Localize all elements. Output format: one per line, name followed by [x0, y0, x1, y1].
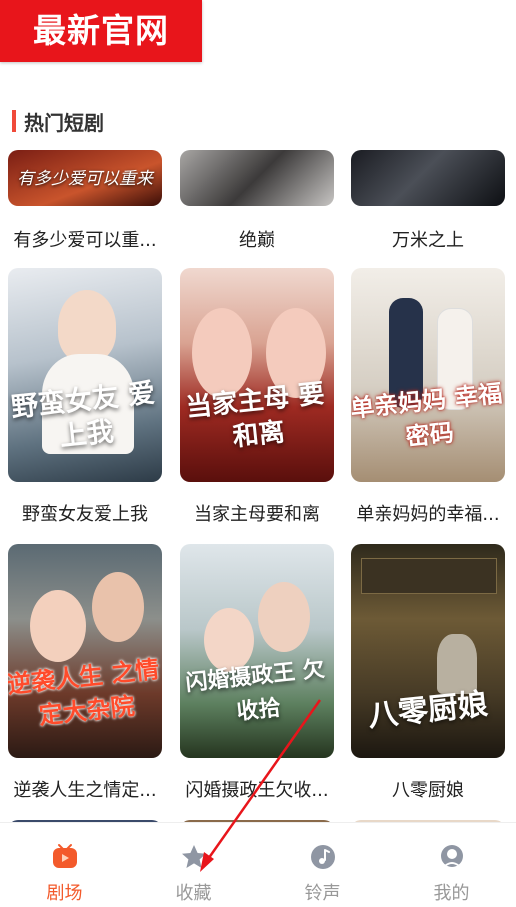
drama-poster[interactable]: 八零厨娘 [351, 544, 505, 758]
star-icon [181, 845, 206, 868]
drama-poster[interactable]: 闪婚摄政王 欠收拾 [180, 544, 334, 758]
drama-title[interactable]: 逆袭人生之情定... [8, 776, 162, 802]
tab-label: 我的 [433, 883, 470, 904]
drama-card[interactable]: 野蛮女友 爱上我 野蛮女友爱上我 [8, 268, 162, 530]
tab-label: 收藏 [175, 883, 212, 904]
drama-card[interactable]: 单亲妈妈 幸福密码 单亲妈妈的幸福... [351, 268, 505, 530]
drama-title[interactable]: 闪婚摄政王欠收... [180, 776, 334, 802]
drama-poster[interactable] [180, 150, 334, 206]
drama-poster[interactable]: 当家主母 要和离 [180, 268, 334, 482]
section-marker [12, 110, 16, 132]
drama-card[interactable]: 万米之上 [351, 150, 505, 252]
section-header: 热门短剧 [12, 108, 104, 135]
music-icon [310, 845, 335, 869]
drama-poster[interactable]: 有多少爱可以重来 [8, 150, 162, 206]
tab-ringtones[interactable]: 铃声 [258, 823, 387, 907]
section-title: 热门短剧 [24, 110, 104, 135]
drama-grid: 有多少爱可以重来 有多少爱可以重... 绝巅 万米之上 野蛮女友 爱上我 野蛮女… [0, 150, 516, 822]
drama-title[interactable]: 有多少爱可以重... [8, 226, 162, 252]
tab-label: 铃声 [304, 883, 341, 904]
drama-poster[interactable]: 野蛮女友 爱上我 [8, 268, 162, 482]
drama-title[interactable]: 绝巅 [180, 226, 334, 252]
drama-title[interactable]: 单亲妈妈的幸福... [351, 500, 505, 526]
website-banner: 最新官网 [0, 0, 202, 62]
drama-title[interactable]: 野蛮女友爱上我 [8, 500, 162, 526]
drama-poster[interactable]: 逆袭人生 之情定大杂院 [8, 544, 162, 758]
drama-title[interactable]: 当家主母要和离 [180, 500, 334, 526]
drama-card[interactable]: 逆袭人生 之情定大杂院 逆袭人生之情定... [8, 544, 162, 806]
drama-poster[interactable] [351, 150, 505, 206]
drama-card[interactable]: 闪婚摄政王 欠收拾 闪婚摄政王欠收... [180, 544, 334, 806]
drama-card[interactable]: 当家主母 要和离 当家主母要和离 [180, 268, 334, 530]
theater-icon [52, 844, 77, 868]
tab-profile[interactable]: 我的 [387, 823, 516, 907]
tab-favorites[interactable]: 收藏 [129, 823, 258, 907]
profile-icon [440, 845, 463, 867]
bottom-tab-bar: 剧场 收藏 铃声 我的 [0, 822, 516, 907]
tab-theater[interactable]: 剧场 [0, 823, 129, 907]
drama-card[interactable]: 有多少爱可以重来 有多少爱可以重... [8, 150, 162, 252]
tab-label: 剧场 [46, 883, 83, 904]
drama-title[interactable]: 万米之上 [351, 226, 505, 252]
drama-title[interactable]: 八零厨娘 [351, 776, 505, 802]
drama-card[interactable]: 绝巅 [180, 150, 334, 252]
drama-poster[interactable]: 单亲妈妈 幸福密码 [351, 268, 505, 482]
drama-card[interactable]: 八零厨娘 八零厨娘 [351, 544, 505, 806]
